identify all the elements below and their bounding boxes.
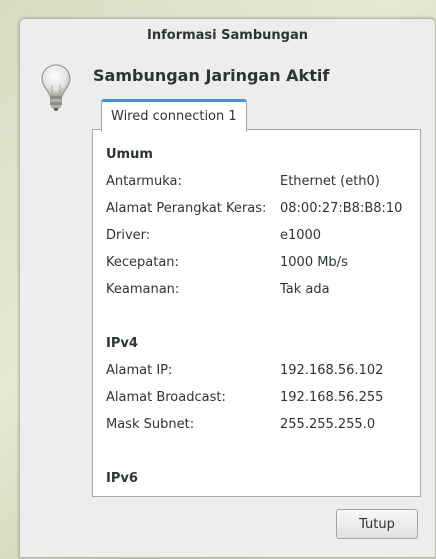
security-value: Tak ada bbox=[280, 282, 330, 297]
subnet-mask-label: Mask Subnet: bbox=[106, 417, 195, 432]
lightbulb-icon bbox=[41, 64, 71, 111]
ip-address-label: Alamat IP: bbox=[106, 363, 173, 378]
connection-info-dialog: Informasi Sambungan Sambungan Jaringan A… bbox=[19, 18, 436, 558]
section-title-ipv4: IPv4 bbox=[106, 336, 138, 351]
interface-value: Ethernet (eth0) bbox=[280, 174, 380, 189]
ip-address-value: 192.168.56.102 bbox=[280, 363, 384, 378]
subnet-mask-value: 255.255.255.0 bbox=[280, 417, 376, 432]
hardware-address-value: 08:00:27:B8:B8:10 bbox=[280, 201, 403, 216]
speed-value: 1000 Mb/s bbox=[280, 255, 348, 270]
driver-label: Driver: bbox=[106, 228, 151, 243]
security-label: Keamanan: bbox=[106, 282, 180, 297]
broadcast-address-value: 192.168.56.255 bbox=[280, 390, 384, 405]
active-connections-heading: Sambungan Jaringan Aktif bbox=[93, 66, 330, 85]
tab-wired-connection-1[interactable]: Wired connection 1 bbox=[101, 99, 247, 132]
section-title-general: Umum bbox=[106, 147, 153, 162]
window-title: Informasi Sambungan bbox=[147, 28, 308, 43]
close-button[interactable]: Tutup bbox=[336, 509, 418, 539]
broadcast-address-label: Alamat Broadcast: bbox=[106, 390, 226, 405]
connection-details-panel: Umum Antarmuka: Ethernet (eth0) Alamat P… bbox=[92, 129, 421, 497]
hardware-address-label: Alamat Perangkat Keras: bbox=[106, 201, 267, 216]
section-title-ipv6: IPv6 bbox=[106, 471, 138, 486]
driver-value: e1000 bbox=[280, 228, 322, 243]
speed-label: Kecepatan: bbox=[106, 255, 179, 270]
interface-label: Antarmuka: bbox=[106, 174, 182, 189]
